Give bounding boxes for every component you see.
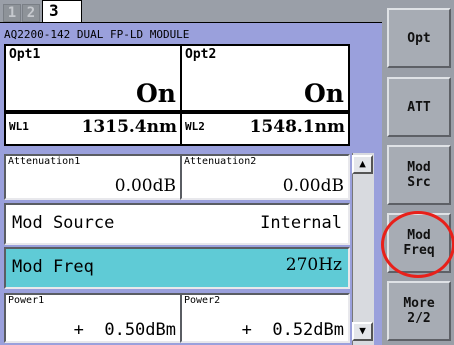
softkey-column: Opt ATT Mod Src Mod Freq More 2/2 — [382, 0, 454, 345]
scroll-up-button[interactable]: ▲ — [352, 155, 373, 174]
power1-sign: + — [73, 320, 84, 340]
attenuation2-value: 0.00dB — [282, 176, 344, 196]
opt2-field[interactable]: Opt2 On — [180, 44, 350, 112]
down-arrow-icon: ▼ — [359, 324, 366, 337]
attenuation2-field[interactable]: Attenuation2 0.00dB — [180, 154, 350, 200]
power1-number: 0.50dBm — [104, 320, 176, 340]
tab-strip: 1 2 3 — [0, 0, 382, 23]
wl2-label: WL2 — [185, 120, 205, 133]
module-panel: AQ2200-142 DUAL FP-LD MODULE Opt1 On Opt… — [0, 22, 382, 345]
tab-3[interactable]: 3 — [42, 0, 82, 23]
attenuation2-label: Attenuation2 — [184, 156, 257, 167]
attenuation1-label: Attenuation1 — [8, 156, 81, 167]
softkey-more[interactable]: More 2/2 — [387, 281, 451, 341]
mod-freq-label: Mod Freq — [12, 257, 94, 277]
wl1-label: WL1 — [9, 120, 29, 133]
power2-sign: + — [241, 320, 252, 340]
wl2-field[interactable]: WL2 1548.1nm — [180, 112, 350, 146]
softkey-opt[interactable]: Opt — [387, 8, 451, 68]
scroll-down-button[interactable]: ▼ — [352, 322, 373, 341]
mod-source-value: Internal — [260, 213, 342, 233]
power1-field[interactable]: Power1 + 0.50dBm — [4, 293, 182, 343]
mod-freq-value: 270Hz — [285, 255, 342, 275]
wl1-value: 1315.4nm — [81, 117, 177, 137]
mod-freq-row[interactable]: Mod Freq 270Hz — [4, 247, 350, 289]
opt1-value: On — [136, 79, 176, 108]
power1-value: + 0.50dBm — [74, 320, 176, 340]
opt2-label: Opt2 — [185, 47, 217, 62]
tab-1[interactable]: 1 — [3, 4, 21, 22]
softkey-att[interactable]: ATT — [387, 77, 451, 137]
attenuation1-field[interactable]: Attenuation1 0.00dB — [4, 154, 182, 200]
power2-field[interactable]: Power2 + 0.52dBm — [180, 293, 350, 343]
module-title: AQ2200-142 DUAL FP-LD MODULE — [4, 28, 190, 41]
softkey-mod-freq[interactable]: Mod Freq — [387, 213, 451, 273]
attenuation1-value: 0.00dB — [114, 176, 176, 196]
scrollbar-track[interactable] — [352, 153, 374, 345]
up-arrow-icon: ▲ — [359, 157, 366, 170]
power2-value: + 0.52dBm — [242, 320, 344, 340]
opt2-value: On — [304, 79, 344, 108]
tab-2[interactable]: 2 — [22, 4, 40, 22]
opt1-field[interactable]: Opt1 On — [4, 44, 182, 112]
softkey-mod-src[interactable]: Mod Src — [387, 145, 451, 205]
mod-source-label: Mod Source — [12, 213, 115, 233]
mod-source-row[interactable]: Mod Source Internal — [4, 203, 350, 245]
power2-number: 0.52dBm — [272, 320, 344, 340]
power1-label: Power1 — [8, 295, 45, 306]
opt1-label: Opt1 — [9, 47, 41, 62]
wl2-value: 1548.1nm — [249, 117, 345, 137]
power2-label: Power2 — [184, 295, 221, 306]
wl1-field[interactable]: WL1 1315.4nm — [4, 112, 182, 146]
